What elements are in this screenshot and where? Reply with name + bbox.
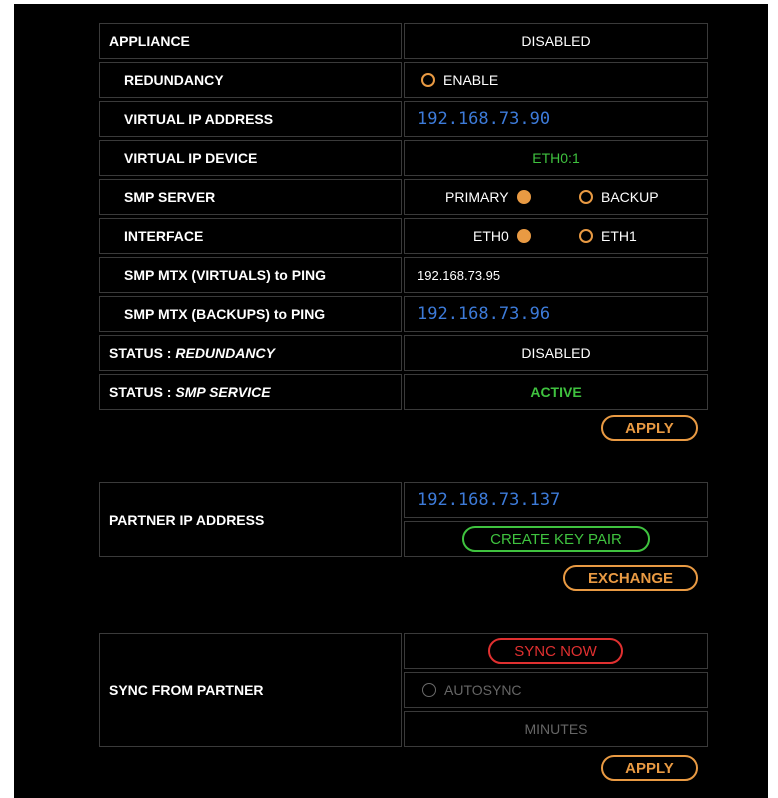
virtual-ip-device-value: ETH0:1 [404,140,708,176]
status-smp-service-value: ACTIVE [404,374,708,410]
smp-mtx-backups-input[interactable]: 192.168.73.96 [404,296,708,332]
sync-from-partner-label: SYNC FROM PARTNER [99,633,402,747]
virtual-ip-device-label-text: VIRTUAL IP DEVICE [124,150,258,166]
interface-eth1-option[interactable]: ETH1 [579,228,637,244]
backup-option-label: BACKUP [601,189,659,205]
enable-option-label: ENABLE [443,72,499,88]
status-prefix-text: STATUS : [109,384,176,400]
status-smp-service-italic-text: SMP SERVICE [175,384,271,400]
partner-ip-text: 192.168.73.137 [417,490,561,510]
sync-now-label: SYNC NOW [514,642,597,660]
virtual-ip-device-label: VIRTUAL IP DEVICE [99,140,402,176]
partner-ip-address-label: PARTNER IP ADDRESS [99,482,402,557]
exchange-button-label: EXCHANGE [587,569,673,587]
status-smp-service-label: STATUS : SMP SERVICE [99,374,402,410]
apply-button-label: APPLY [625,419,674,437]
smp-server-value: PRIMARY BACKUP [404,179,708,215]
eth1-radio-icon[interactable] [579,229,593,243]
status-redundancy-italic-text: REDUNDANCY [175,345,275,361]
interface-eth0-option[interactable]: ETH0 [473,228,531,244]
status-redundancy-text: DISABLED [521,345,591,361]
eth1-option-label: ETH1 [601,228,637,244]
partner-ip-address-label-text: PARTNER IP ADDRESS [109,511,265,528]
virtual-ip-address-text: 192.168.73.90 [417,109,551,129]
enable-radio-icon[interactable] [421,73,435,87]
smp-mtx-virtuals-text: 192.168.73.95 [417,267,501,283]
redundancy-label-text: REDUNDANCY [124,72,224,88]
appliance-status-text: DISABLED [521,33,591,49]
appliance-label-text: APPLIANCE [109,33,190,49]
sync-apply-button[interactable]: APPLY [601,755,698,781]
smp-mtx-backups-label-text: SMP MTX (BACKUPS) to PING [124,306,326,322]
smp-mtx-backups-label: SMP MTX (BACKUPS) to PING [99,296,402,332]
primary-radio-icon[interactable] [516,190,531,204]
smp-server-label: SMP SERVER [99,179,402,215]
smp-mtx-virtuals-input[interactable]: 192.168.73.95 [404,257,708,293]
status-prefix-text: STATUS : [109,345,176,361]
virtual-ip-device-text: ETH0:1 [532,150,580,166]
redundancy-enable-option[interactable]: ENABLE [421,72,498,88]
partner-ip-address-input[interactable]: 192.168.73.137 [404,482,708,518]
autosync-cell: AUTOSYNC [404,672,708,708]
virtual-ip-address-input[interactable]: 192.168.73.90 [404,101,708,137]
virtual-ip-address-label: VIRTUAL IP ADDRESS [99,101,402,137]
apply-button[interactable]: APPLY [601,415,698,441]
create-key-pair-button[interactable]: CREATE KEY PAIR [462,526,650,552]
redundancy-value: ENABLE [404,62,708,98]
smp-server-primary-option[interactable]: PRIMARY [445,189,531,205]
backup-radio-icon[interactable] [579,190,593,204]
appliance-status-value: DISABLED [404,23,708,59]
sync-apply-button-label: APPLY [625,759,674,777]
autosync-option[interactable]: AUTOSYNC [422,682,522,698]
sync-from-partner-label-text: SYNC FROM PARTNER [109,682,264,698]
minutes-placeholder-text: MINUTES [524,721,588,737]
status-smp-service-text: ACTIVE [530,384,582,400]
redundancy-settings-panel: APPLIANCE DISABLED REDUNDANCY ENABLE VIR… [14,4,768,798]
status-redundancy-label: STATUS : REDUNDANCY [99,335,402,371]
smp-server-label-text: SMP SERVER [124,189,216,205]
interface-label: INTERFACE [99,218,402,254]
virtual-ip-address-label-text: VIRTUAL IP ADDRESS [124,111,274,127]
minutes-input[interactable]: MINUTES [404,711,708,747]
eth0-radio-icon[interactable] [516,229,531,243]
smp-mtx-virtuals-label-text: SMP MTX (VIRTUALS) to PING [124,267,326,283]
eth0-option-label: ETH0 [473,228,509,244]
autosync-radio-icon[interactable] [422,683,436,697]
autosync-label: AUTOSYNC [444,682,522,698]
exchange-button[interactable]: EXCHANGE [563,565,698,591]
create-key-pair-label: CREATE KEY PAIR [490,530,622,548]
interface-label-text: INTERFACE [124,228,204,244]
smp-server-backup-option[interactable]: BACKUP [579,189,659,205]
redundancy-label: REDUNDANCY [99,62,402,98]
sync-now-button[interactable]: SYNC NOW [488,638,623,664]
status-redundancy-value: DISABLED [404,335,708,371]
interface-value: ETH0 ETH1 [404,218,708,254]
appliance-label: APPLIANCE [99,23,402,59]
smp-mtx-virtuals-label: SMP MTX (VIRTUALS) to PING [99,257,402,293]
smp-mtx-backups-text: 192.168.73.96 [417,304,551,324]
primary-option-label: PRIMARY [445,189,509,205]
